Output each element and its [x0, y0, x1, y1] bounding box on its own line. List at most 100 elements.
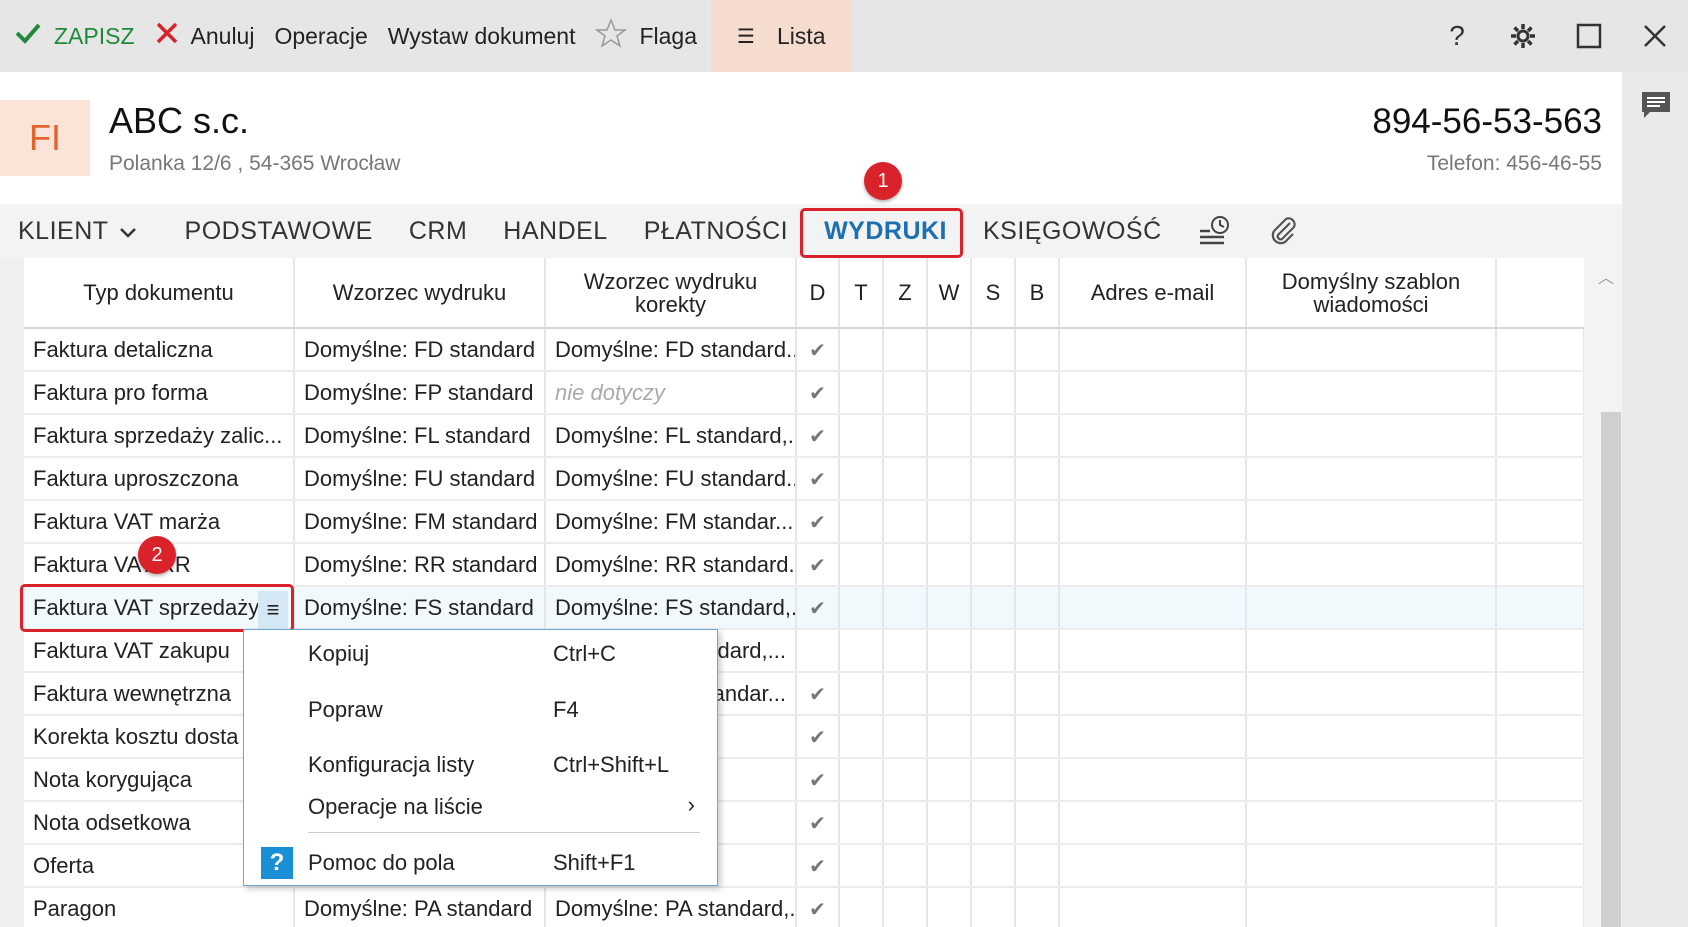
cell-email[interactable] [1059, 543, 1247, 587]
cell-w[interactable] [927, 371, 972, 415]
cell-d[interactable] [796, 629, 840, 673]
cell-template[interactable] [1246, 328, 1497, 372]
cell-pattern[interactable]: Domyślne: FM standard [294, 500, 546, 544]
cell-type[interactable]: Paragon [24, 887, 295, 927]
table-row[interactable]: Faktura VAT RR Domyślne: RR standard Dom… [24, 543, 1584, 587]
col-header[interactable]: Z [883, 258, 928, 329]
cell-b[interactable] [1015, 672, 1060, 716]
col-header[interactable]: Typ dokumentu [24, 258, 295, 329]
cell-s[interactable] [971, 758, 1016, 802]
cell-t[interactable] [839, 328, 884, 372]
col-header[interactable]: T [839, 258, 884, 329]
cell-d[interactable]: ✔ [796, 328, 840, 372]
cell-correction[interactable]: Domyślne: FD standard... [545, 328, 797, 372]
table-row[interactable]: Paragon Domyślne: PA standard Domyślne: … [24, 887, 1584, 927]
cell-z[interactable] [883, 457, 928, 501]
cell-email[interactable] [1059, 328, 1247, 372]
cell-w[interactable] [927, 586, 972, 630]
cell-type[interactable]: Faktura sprzedaży zalic... [24, 414, 295, 458]
attachments-tab[interactable] [1250, 215, 1316, 247]
cell-b[interactable] [1015, 414, 1060, 458]
cell-correction[interactable]: Domyślne: FM standar... [545, 500, 797, 544]
cell-t[interactable] [839, 371, 884, 415]
col-header[interactable]: Wzorzec wydruku [294, 258, 546, 329]
cell-correction[interactable]: Domyślne: FS standard,... [545, 586, 797, 630]
cell-b[interactable] [1015, 844, 1060, 888]
cell-b[interactable] [1015, 457, 1060, 501]
cell-s[interactable] [971, 371, 1016, 415]
history-tab[interactable] [1180, 215, 1250, 247]
cell-email[interactable] [1059, 672, 1247, 716]
cell-template[interactable] [1246, 801, 1497, 845]
cell-b[interactable] [1015, 629, 1060, 673]
cell-email[interactable] [1059, 457, 1247, 501]
cell-pattern[interactable]: Domyślne: PA standard [294, 887, 546, 927]
cell-t[interactable] [839, 500, 884, 544]
cell-w[interactable] [927, 801, 972, 845]
cell-w[interactable] [927, 887, 972, 927]
cell-t[interactable] [839, 543, 884, 587]
cell-b[interactable] [1015, 500, 1060, 544]
cell-template[interactable] [1246, 887, 1497, 927]
cell-d[interactable]: ✔ [796, 672, 840, 716]
cell-s[interactable] [971, 629, 1016, 673]
cell-type[interactable]: Faktura detaliczna [24, 328, 295, 372]
cell-t[interactable] [839, 887, 884, 927]
cell-z[interactable] [883, 586, 928, 630]
cell-email[interactable] [1059, 500, 1247, 544]
cell-d[interactable]: ✔ [796, 801, 840, 845]
cell-w[interactable] [927, 328, 972, 372]
scrollbar-thumb[interactable] [1601, 412, 1621, 927]
cell-t[interactable] [839, 457, 884, 501]
scroll-up-icon[interactable]: ︿ [1598, 264, 1614, 288]
cell-b[interactable] [1015, 801, 1060, 845]
issue-document-button[interactable]: Wystaw dokument [378, 0, 586, 72]
settings-button[interactable] [1490, 0, 1556, 72]
cell-pattern[interactable]: Domyślne: FL standard [294, 414, 546, 458]
save-button[interactable]: ZAPISZ [0, 0, 145, 72]
cell-z[interactable] [883, 887, 928, 927]
cell-b[interactable] [1015, 328, 1060, 372]
cell-email[interactable] [1059, 801, 1247, 845]
cell-correction[interactable]: Domyślne: FU standard... [545, 457, 797, 501]
cell-template[interactable] [1246, 672, 1497, 716]
cell-s[interactable] [971, 457, 1016, 501]
cell-type[interactable]: Faktura pro forma [24, 371, 295, 415]
cell-template[interactable] [1246, 543, 1497, 587]
cell-s[interactable] [971, 672, 1016, 716]
list-button[interactable]: ☰ Lista [711, 0, 852, 72]
table-row[interactable]: Faktura detaliczna Domyślne: FD standard… [24, 328, 1584, 372]
cell-d[interactable]: ✔ [796, 543, 840, 587]
menu-item-pomoc-do-pola[interactable]: ? Pomoc do pola Shift+F1 [244, 842, 717, 882]
tab-platnosci[interactable]: PŁATNOŚCI [626, 204, 806, 258]
col-header[interactable]: Wzorzec wydruku korekty [545, 258, 797, 329]
cell-template[interactable] [1246, 500, 1497, 544]
cell-s[interactable] [971, 715, 1016, 759]
cell-s[interactable] [971, 414, 1016, 458]
cell-d[interactable]: ✔ [796, 457, 840, 501]
cell-email[interactable] [1059, 586, 1247, 630]
cell-t[interactable] [839, 715, 884, 759]
cell-pattern[interactable]: Domyślne: FU standard [294, 457, 546, 501]
cell-b[interactable] [1015, 371, 1060, 415]
cell-correction[interactable]: Domyślne: FL standard,... [545, 414, 797, 458]
cell-w[interactable] [927, 629, 972, 673]
cell-template[interactable] [1246, 414, 1497, 458]
comment-icon[interactable] [1640, 90, 1672, 125]
cell-z[interactable] [883, 801, 928, 845]
cell-email[interactable] [1059, 758, 1247, 802]
cell-w[interactable] [927, 543, 972, 587]
cell-w[interactable] [927, 457, 972, 501]
cell-template[interactable] [1246, 586, 1497, 630]
cell-z[interactable] [883, 715, 928, 759]
cell-pattern[interactable]: Domyślne: FS standard [294, 586, 546, 630]
cell-d[interactable]: ✔ [796, 715, 840, 759]
cell-d[interactable]: ✔ [796, 371, 840, 415]
operations-button[interactable]: Operacje [264, 0, 377, 72]
cell-s[interactable] [971, 887, 1016, 927]
cell-b[interactable] [1015, 758, 1060, 802]
cancel-button[interactable]: Anuluj [145, 0, 265, 72]
menu-item-popraw[interactable]: Popraw F4 [244, 689, 717, 729]
cell-t[interactable] [839, 629, 884, 673]
cell-d[interactable]: ✔ [796, 844, 840, 888]
